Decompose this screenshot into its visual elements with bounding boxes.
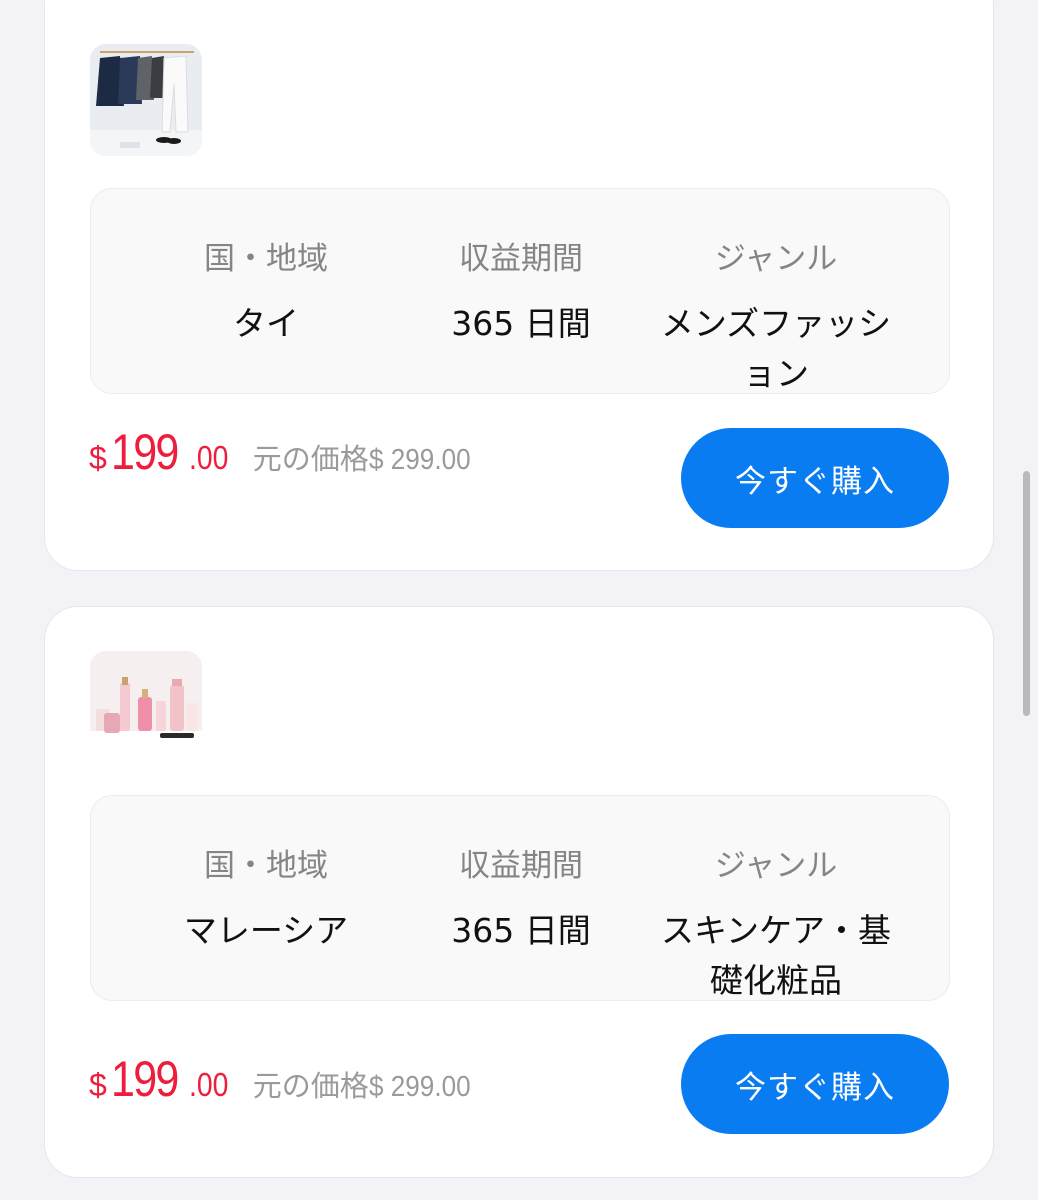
mens-clothing-rack-image [90,44,202,156]
price-row: $ 199 .00 元の価格 $ 299.00 [89,405,482,505]
period-label: 収益期間 [459,241,583,277]
original-price-label: 元の価格 [252,1069,369,1103]
region-label: 国・地域 [204,241,328,277]
period-column: 収益期間 365 日間 [376,796,666,956]
product-card: 国・地域 マレーシア 収益期間 365 日間 ジャンル スキンケア・基礎化粧品 … [44,606,994,1178]
sale-price-decimal: .00 [188,439,229,476]
product-info-box: 国・地域 タイ 収益期間 365 日間 ジャンル メンズファッション [90,188,950,394]
original-price-label: 元の価格 [252,442,369,476]
genre-value: メンズファッション [660,304,892,393]
original-price: $ 299.00 [368,444,471,476]
skincare-bottles-image [90,651,202,763]
product-info-box: 国・地域 マレーシア 収益期間 365 日間 ジャンル スキンケア・基礎化粧品 [90,795,950,1001]
genre-column: ジャンル メンズファッション [631,189,921,399]
currency-symbol: $ [89,440,107,476]
genre-label: ジャンル [714,848,838,884]
sale-price-integer: 199 [110,1051,179,1107]
period-label: 収益期間 [459,848,583,884]
region-label: 国・地域 [204,848,328,884]
period-value: 365 日間 [451,304,591,343]
buy-now-button[interactable]: 今すぐ購入 [681,1034,949,1134]
product-thumbnail-mens-fashion[interactable] [90,44,202,156]
product-list: 国・地域 タイ 収益期間 365 日間 ジャンル メンズファッション $ 199… [0,0,1038,1200]
region-column: 国・地域 タイ [121,189,411,349]
region-value: タイ [233,304,299,343]
vertical-scrollbar[interactable] [1023,471,1030,716]
genre-value: スキンケア・基礎化粧品 [660,911,891,1000]
sale-price-decimal: .00 [188,1066,229,1103]
period-value: 365 日間 [451,911,591,950]
original-price: $ 299.00 [368,1071,471,1103]
sale-price-integer: 199 [110,424,179,480]
product-card: 国・地域 タイ 収益期間 365 日間 ジャンル メンズファッション $ 199… [44,0,994,571]
region-value: マレーシア [183,911,349,950]
buy-now-button[interactable]: 今すぐ購入 [681,428,949,528]
period-column: 収益期間 365 日間 [376,189,666,349]
genre-label: ジャンル [714,241,838,277]
product-thumbnail-skincare[interactable] [90,651,202,763]
price-row: $ 199 .00 元の価格 $ 299.00 [89,1032,482,1132]
currency-symbol: $ [89,1067,107,1103]
region-column: 国・地域 マレーシア [121,796,411,956]
genre-column: ジャンル スキンケア・基礎化粧品 [631,796,921,1006]
